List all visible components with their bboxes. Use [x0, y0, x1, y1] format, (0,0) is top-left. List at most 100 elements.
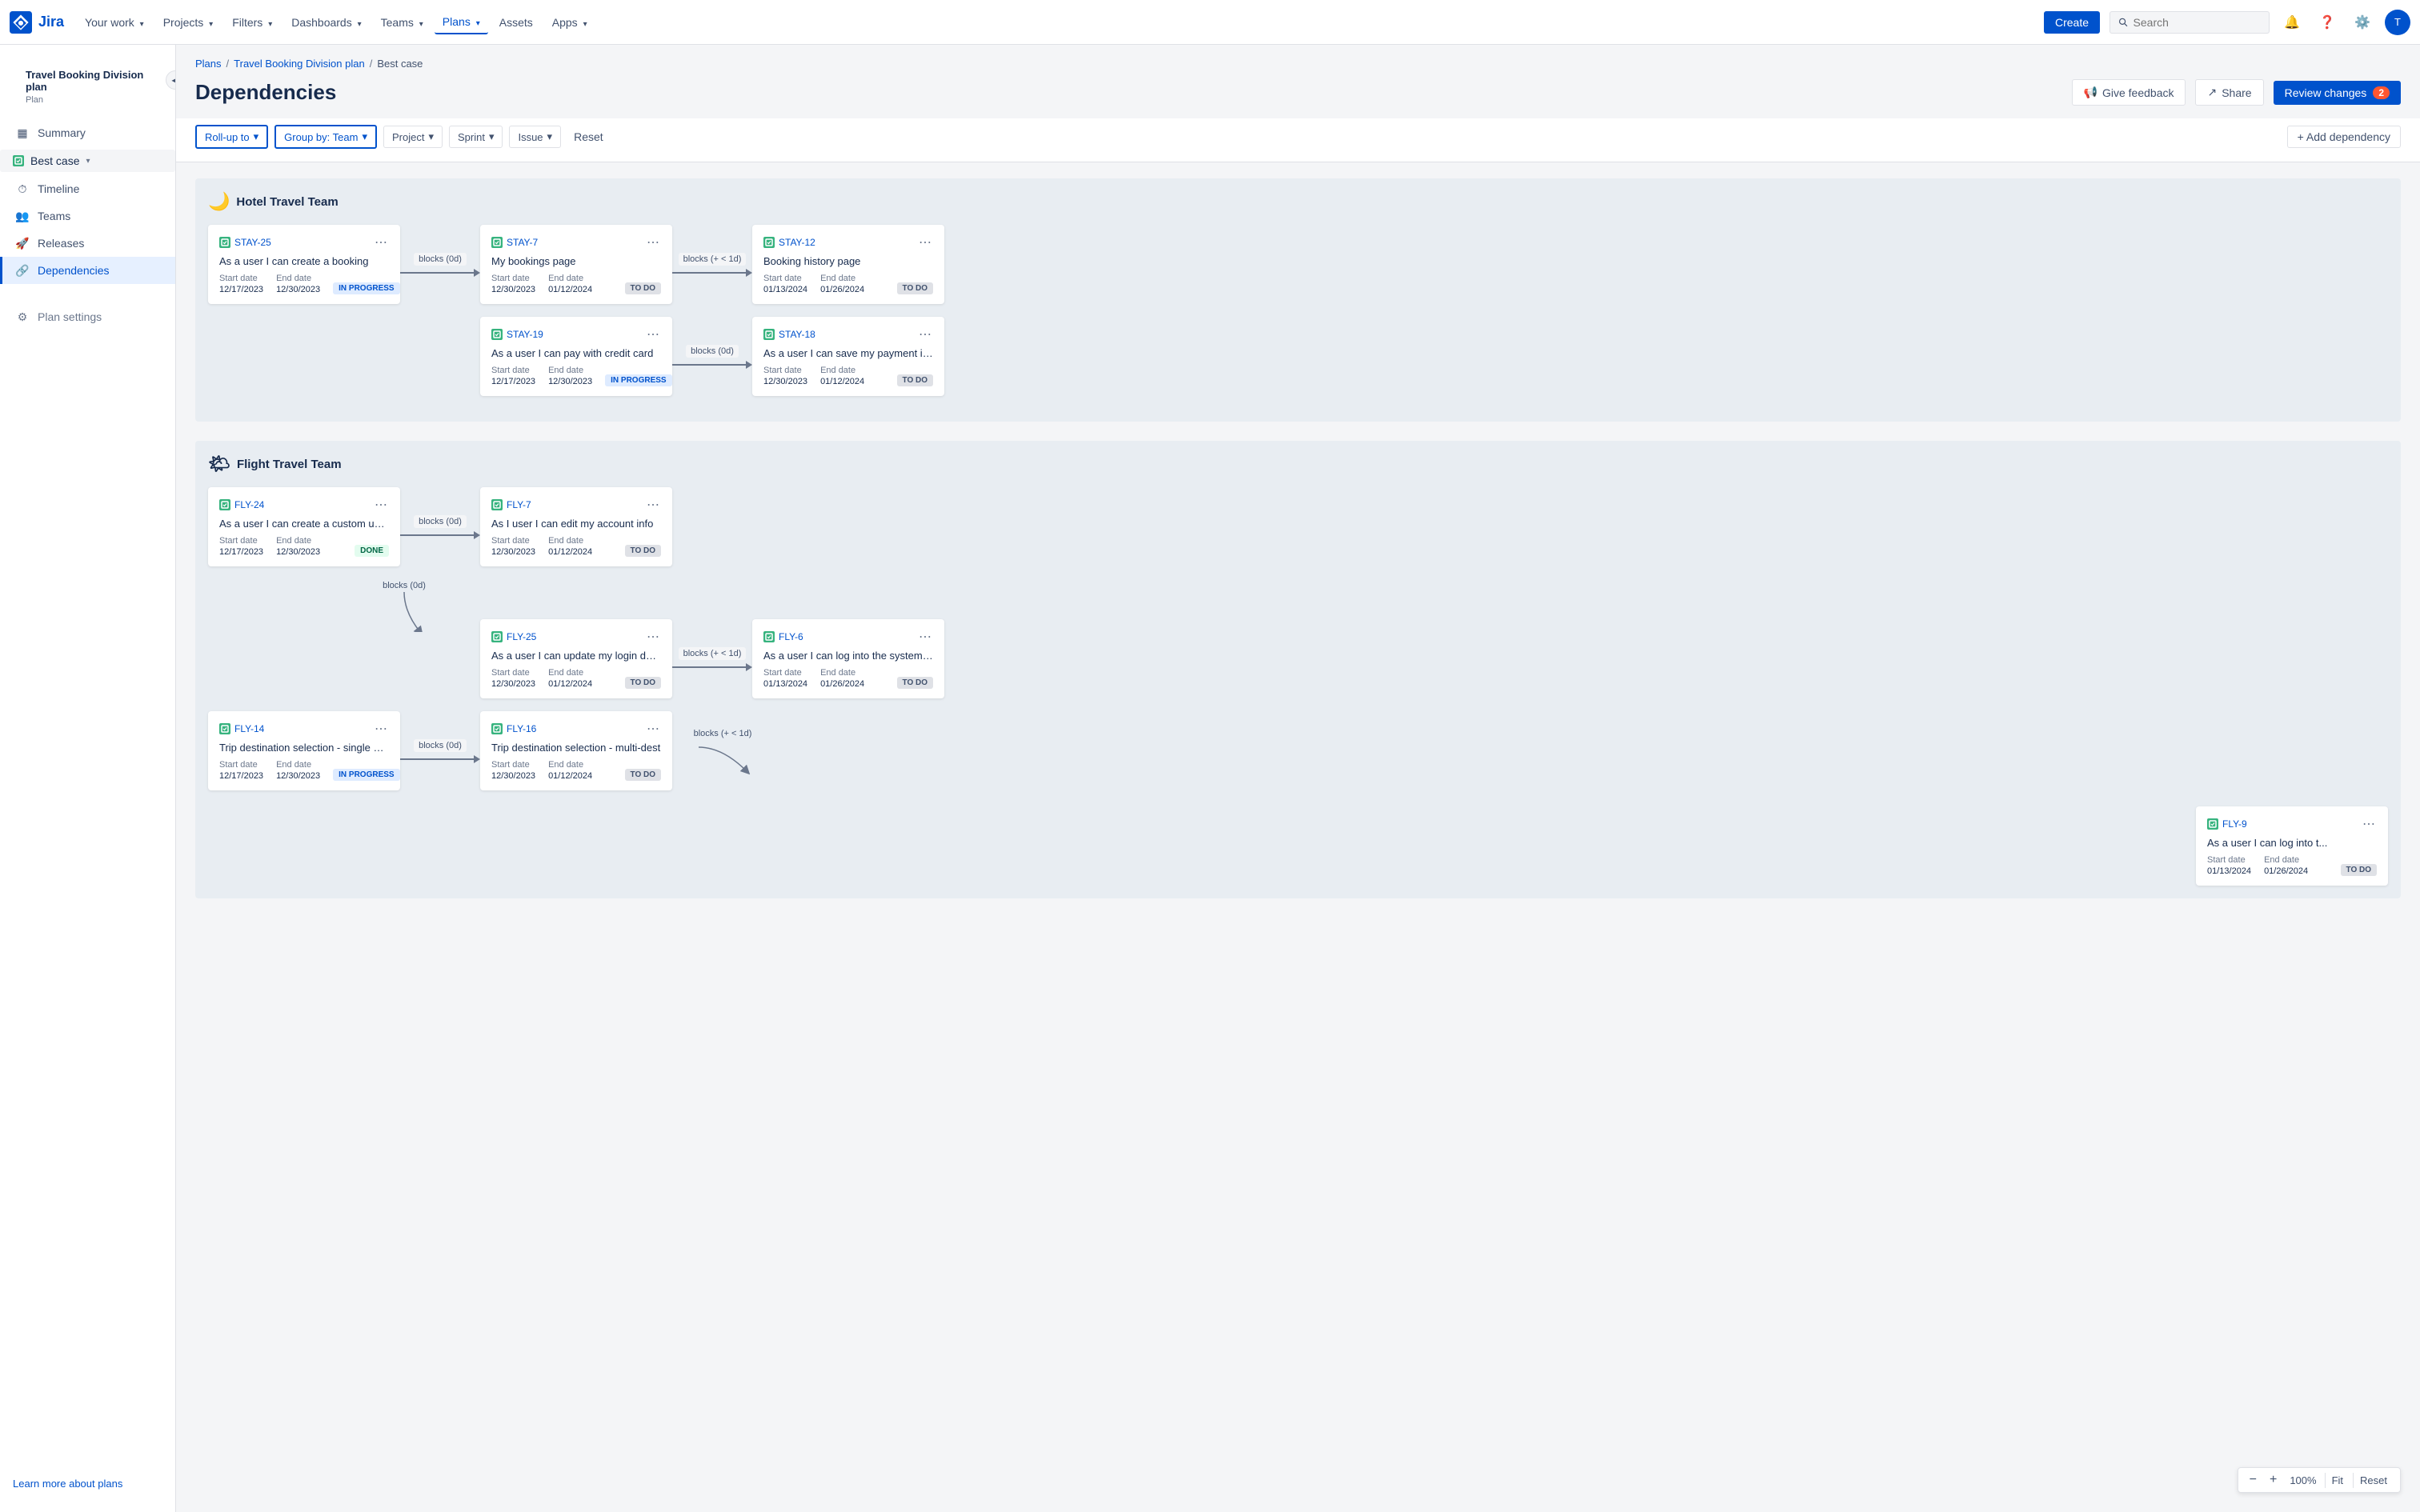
share-button[interactable]: ↗ Share	[2195, 79, 2263, 106]
groupby-chevron: ▾	[362, 130, 367, 143]
connector-fly14-fly16: blocks (0d)	[400, 739, 480, 763]
issue-id-fly6[interactable]: FLY-6	[763, 631, 803, 642]
issue-card-stay18: STAY-18 ⋯ As a user I can save my paymen…	[752, 317, 944, 396]
share-icon: ↗	[2207, 86, 2217, 99]
more-menu-fly9[interactable]: ⋯	[2361, 816, 2377, 832]
sidebar-timeline[interactable]: ⏱ Timeline	[0, 175, 175, 202]
zoom-fit-button[interactable]: Fit	[2325, 1473, 2350, 1488]
more-menu-fly25[interactable]: ⋯	[645, 629, 661, 645]
breadcrumb-plan[interactable]: Travel Booking Division plan	[234, 58, 365, 70]
nav-plans[interactable]: Plans ▾	[435, 10, 488, 34]
more-menu-stay18[interactable]: ⋯	[917, 326, 933, 342]
nav-right: Create 🔔 ❓ ⚙️ T	[2044, 10, 2410, 35]
issue-id-stay18[interactable]: STAY-18	[763, 329, 815, 340]
sidebar-dependencies[interactable]: 🔗 Dependencies	[0, 257, 175, 284]
more-menu-fly14[interactable]: ⋯	[373, 721, 389, 737]
status-stay7: TO DO	[625, 282, 661, 294]
issue-id-fly9[interactable]: FLY-9	[2207, 818, 2247, 830]
reset-button[interactable]: Reset	[567, 126, 610, 147]
add-dependency-button[interactable]: + Add dependency	[2287, 126, 2401, 148]
start-date-fly9: 01/13/2024	[2207, 866, 2251, 876]
zoom-reset-button[interactable]: Reset	[2353, 1473, 2394, 1488]
zoom-bar: − + 100% Fit Reset	[2238, 1467, 2401, 1493]
more-menu-stay19[interactable]: ⋯	[645, 326, 661, 342]
breadcrumb-plans[interactable]: Plans	[195, 58, 222, 70]
nav-dashboards[interactable]: Dashboards ▾	[283, 11, 369, 34]
story-icon-stay7	[491, 237, 503, 248]
sprint-chevron: ▾	[489, 130, 495, 143]
help-button[interactable]: ❓	[2314, 10, 2340, 35]
issue-card-fly6: FLY-6 ⋯ As a user I can log into the sys…	[752, 619, 944, 698]
create-button[interactable]: Create	[2044, 11, 2100, 34]
more-menu-stay7[interactable]: ⋯	[645, 234, 661, 250]
more-menu-fly6[interactable]: ⋯	[917, 629, 933, 645]
sprint-filter[interactable]: Sprint ▾	[449, 126, 503, 148]
issue-title-fly14: Trip destination selection - single dest…	[219, 742, 389, 754]
status-fly24: DONE	[355, 545, 389, 557]
curved-arrow-svg	[380, 592, 428, 632]
issue-card-fly24: FLY-24 ⋯ As a user I can create a custom…	[208, 487, 400, 566]
start-date-stay19: 12/17/2023	[491, 377, 535, 386]
issue-id-stay7[interactable]: STAY-7	[491, 237, 538, 248]
more-menu-fly16[interactable]: ⋯	[645, 721, 661, 737]
nav-filters[interactable]: Filters ▾	[224, 11, 280, 34]
nav-your-work[interactable]: Your work ▾	[77, 11, 152, 34]
settings-button[interactable]: ⚙️	[2350, 10, 2375, 35]
search-input[interactable]	[2134, 16, 2261, 29]
nav-teams[interactable]: Teams ▾	[373, 11, 431, 34]
rollup-filter[interactable]: Roll-up to ▾	[195, 125, 268, 149]
issue-title-stay19: As a user I can pay with credit card	[491, 347, 661, 359]
avatar[interactable]: T	[2385, 10, 2410, 35]
breadcrumb-current: Best case	[377, 58, 423, 70]
status-fly6: TO DO	[897, 677, 933, 689]
scenario-chevron: ▾	[86, 157, 90, 166]
search-box[interactable]	[2109, 11, 2270, 34]
sidebar-teams[interactable]: 👥 Teams	[0, 202, 175, 230]
flight-team-section: 🌤 Flight Travel Team FLY-24	[195, 441, 2401, 898]
end-date-fly6: 01/26/2024	[820, 679, 864, 689]
app-logo[interactable]: Jira	[10, 11, 64, 34]
end-date-fly24: 12/30/2023	[276, 547, 320, 557]
nav-apps[interactable]: Apps ▾	[544, 11, 595, 34]
sidebar-releases[interactable]: 🚀 Releases	[0, 230, 175, 257]
issue-id-stay12[interactable]: STAY-12	[763, 237, 815, 248]
project-filter[interactable]: Project ▾	[383, 126, 443, 148]
issue-id-fly24[interactable]: FLY-24	[219, 499, 264, 510]
nav-assets[interactable]: Assets	[491, 11, 541, 34]
story-icon-fly14	[219, 723, 230, 734]
sidebar-plan-settings[interactable]: ⚙ Plan settings	[0, 303, 175, 330]
end-date-fly7: 01/12/2024	[548, 547, 592, 557]
zoom-in-button[interactable]: +	[2265, 1471, 2282, 1489]
issue-id-fly7[interactable]: FLY-7	[491, 499, 531, 510]
more-menu-fly24[interactable]: ⋯	[373, 497, 389, 513]
issue-id-fly14[interactable]: FLY-14	[219, 723, 264, 734]
start-date-fly24: 12/17/2023	[219, 547, 263, 557]
zoom-out-button[interactable]: −	[2245, 1471, 2262, 1489]
more-menu-stay25[interactable]: ⋯	[373, 234, 389, 250]
more-menu-stay12[interactable]: ⋯	[917, 234, 933, 250]
zoom-level: 100%	[2285, 1474, 2321, 1486]
story-icon-stay18	[763, 329, 775, 340]
more-menu-fly7[interactable]: ⋯	[645, 497, 661, 513]
issue-filter[interactable]: Issue ▾	[509, 126, 561, 148]
sidebar-toggle[interactable]: ◀	[166, 70, 176, 90]
page-title: Dependencies	[195, 80, 2072, 105]
story-icon-fly6	[763, 631, 775, 642]
give-feedback-button[interactable]: 📢 Give feedback	[2072, 79, 2186, 106]
review-changes-button[interactable]: Review changes 2	[2274, 81, 2401, 105]
sidebar-summary[interactable]: ▦ Summary	[0, 119, 175, 146]
status-stay18: TO DO	[897, 374, 933, 386]
issue-id-stay19[interactable]: STAY-19	[491, 329, 543, 340]
status-fly16: TO DO	[625, 769, 661, 781]
sidebar-scenario[interactable]: Best case ▾	[0, 150, 175, 172]
issue-id-stay25[interactable]: STAY-25	[219, 237, 271, 248]
nav-projects[interactable]: Projects ▾	[155, 11, 222, 34]
groupby-filter[interactable]: Group by: Team ▾	[274, 125, 377, 149]
issue-id-fly16[interactable]: FLY-16	[491, 723, 536, 734]
issue-id-fly25[interactable]: FLY-25	[491, 631, 536, 642]
notifications-button[interactable]: 🔔	[2279, 10, 2305, 35]
fly9-row: FLY-9 ⋯ As a user I can log into t... St…	[208, 806, 2388, 886]
sidebar-footer-link[interactable]: Learn more about plans	[0, 1465, 175, 1502]
start-date-fly16: 12/30/2023	[491, 771, 535, 781]
hotel-team-emoji: 🌙	[208, 191, 230, 212]
